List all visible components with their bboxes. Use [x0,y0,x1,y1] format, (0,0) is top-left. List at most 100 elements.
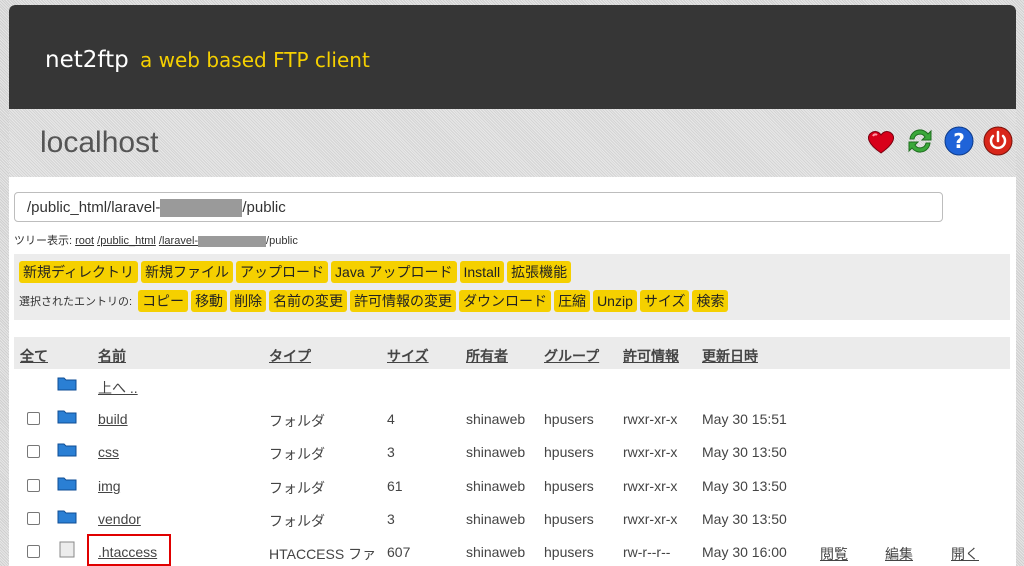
header-size[interactable]: サイズ [387,346,429,366]
header-modified[interactable]: 更新日時 [702,346,758,366]
file-size: 3 [387,444,395,460]
file-size: 4 [387,411,395,427]
file-size: 607 [387,544,411,560]
header-type[interactable]: タイプ [269,346,311,366]
file-owner: shinaweb [466,511,526,527]
file-name-link[interactable]: vendor [98,511,141,527]
file-perms: rw-r--r-- [623,544,671,560]
file-type: HTACCESS ファ [269,546,377,562]
file-perms: rwxr-xr-x [623,478,678,494]
file-modified: May 30 13:50 [702,444,787,460]
table-row: build フォルダ 4 shinaweb hpusers rwxr-xr-x … [14,402,1010,435]
help-icon[interactable]: ? [943,125,975,157]
selected-entries-label: 選択されたエントリの: [19,296,133,308]
size-button[interactable]: サイズ [639,290,690,312]
file-size: 61 [387,478,403,494]
header-select-all[interactable]: 全て [20,346,48,366]
header-owner: 所有者 [466,348,508,364]
file-type: フォルダ [269,413,325,429]
header-bar: net2ftp a web based FTP client [9,5,1016,109]
folder-icon [57,377,77,391]
delete-button[interactable]: 削除 [230,290,267,312]
redacted-block [160,199,243,218]
brand-name: net2ftp [45,47,129,73]
breadcrumb-public: /public [266,235,298,247]
folder-icon [57,510,77,524]
file-group: hpusers [544,478,594,494]
file-name-link[interactable]: build [98,411,128,427]
parent-directory-link[interactable]: 上へ .. [98,378,138,398]
file-table-header: 全て 名前 タイプ サイズ 所有者 グループ 許可情報 更新日時 [14,337,1010,369]
brand: net2ftp a web based FTP client [45,47,370,73]
file-name-link[interactable]: css [98,444,119,460]
bookmark-heart-icon[interactable] [865,125,897,157]
action-panel: 新規ディレクトリ 新規ファイル アップロード Java アップロード Insta… [14,254,1010,320]
redacted-block [198,235,267,247]
row-checkbox[interactable] [27,545,40,558]
host-toolbar: ? [865,125,1014,157]
breadcrumb-laravel[interactable]: /laravel- [159,235,198,247]
row-checkbox[interactable] [27,412,40,425]
java-upload-button[interactable]: Java アップロード [331,261,457,283]
table-row-parent: 上へ .. [14,369,1010,402]
download-button[interactable]: ダウンロード [459,290,552,312]
file-perms: rwxr-xr-x [623,511,678,527]
header-name[interactable]: 名前 [98,346,126,366]
file-owner: shinaweb [466,544,526,560]
browser-frame: net2ftp a web based FTP client localhost… [9,5,1016,566]
upload-button[interactable]: アップロード [236,261,329,283]
zip-button[interactable]: 圧縮 [554,290,591,312]
table-row: vendor フォルダ 3 shinaweb hpusers rwxr-xr-x… [14,502,1010,535]
unzip-button[interactable]: Unzip [593,290,637,312]
file-type: フォルダ [269,513,325,529]
file-type: フォルダ [269,480,325,496]
file-icon [59,541,75,558]
file-size: 3 [387,511,395,527]
directory-path-input[interactable]: /public_html/laravel- /public [14,192,943,222]
action-row-selected: 選択されたエントリの: コピー 移動 削除 名前の変更 許可情報の変更 ダウンロ… [19,290,729,312]
file-group: hpusers [544,444,594,460]
logout-power-icon[interactable] [982,125,1014,157]
host-bar: localhost ? [9,109,1016,177]
action-row-general: 新規ディレクトリ 新規ファイル アップロード Java アップロード Insta… [19,261,572,283]
view-link[interactable]: 閲覧 [820,544,848,564]
copy-button[interactable]: コピー [138,290,189,312]
search-button[interactable]: 検索 [692,290,729,312]
folder-icon [57,477,77,491]
file-modified: May 30 13:50 [702,511,787,527]
rename-button[interactable]: 名前の変更 [269,290,348,312]
open-link[interactable]: 開く [951,544,979,564]
file-owner: shinaweb [466,411,526,427]
breadcrumb-public-html[interactable]: /public_html [97,235,156,247]
row-checkbox[interactable] [27,479,40,492]
table-row: img フォルダ 61 shinaweb hpusers rwxr-xr-x M… [14,469,1010,502]
refresh-icon[interactable] [904,125,936,157]
file-perms: rwxr-xr-x [623,444,678,460]
page-title: localhost [40,126,159,159]
chmod-button[interactable]: 許可情報の変更 [350,290,457,312]
folder-icon [57,443,77,457]
move-button[interactable]: 移動 [191,290,228,312]
row-checkbox[interactable] [27,512,40,525]
file-name-link[interactable]: img [98,478,121,494]
file-group: hpusers [544,544,594,560]
file-group: hpusers [544,411,594,427]
file-modified: May 30 15:51 [702,411,787,427]
new-file-button[interactable]: 新規ファイル [141,261,234,283]
path-suffix: /public [242,199,286,216]
breadcrumb-root[interactable]: root [75,235,94,247]
breadcrumb-label: ツリー表示: [14,235,76,247]
file-perms: rwxr-xr-x [623,411,678,427]
header-perms: 許可情報 [623,348,679,364]
annotation-highlight-box [87,534,171,566]
install-button[interactable]: Install [459,261,505,283]
file-type: フォルダ [269,446,325,462]
header-group[interactable]: グループ [544,346,599,366]
new-directory-button[interactable]: 新規ディレクトリ [19,261,139,283]
file-owner: shinaweb [466,478,526,494]
row-checkbox[interactable] [27,445,40,458]
folder-icon [57,410,77,424]
file-modified: May 30 16:00 [702,544,787,560]
edit-link[interactable]: 編集 [885,544,913,564]
extensions-button[interactable]: 拡張機能 [507,261,572,283]
